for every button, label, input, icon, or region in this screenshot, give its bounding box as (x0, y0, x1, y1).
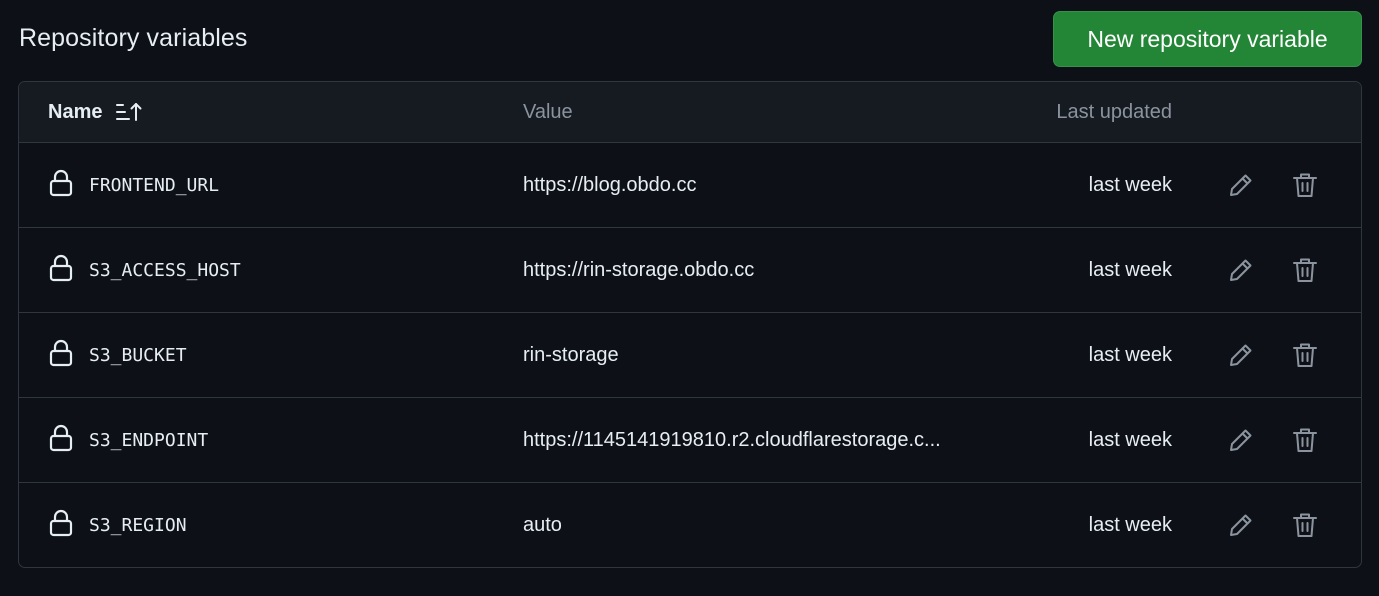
table-header: Name Value Last updated (19, 82, 1361, 143)
column-header-name: Name (48, 82, 143, 142)
lock-icon (49, 509, 73, 537)
variable-value: https://1145141919810.r2.cloudflarestora… (523, 428, 941, 451)
lock-icon (49, 339, 73, 367)
variable-value: rin-storage (523, 343, 619, 366)
page-header: Repository variables New repository vari… (18, 0, 1362, 81)
pencil-icon[interactable] (1225, 169, 1257, 201)
variable-last-updated: last week (1088, 258, 1172, 281)
pencil-icon[interactable] (1225, 509, 1257, 541)
variable-value: https://rin-storage.obdo.cc (523, 258, 755, 281)
trash-icon[interactable] (1289, 254, 1321, 286)
table-row: S3_BUCKET rin-storage last week (19, 313, 1361, 398)
variable-last-updated: last week (1088, 343, 1172, 366)
column-header-name-label: Name (48, 100, 103, 123)
lock-icon (49, 169, 73, 197)
repository-variables-page: Repository variables New repository vari… (0, 0, 1379, 596)
trash-icon[interactable] (1289, 169, 1321, 201)
column-header-last-updated: Last updated (1056, 100, 1172, 123)
variable-last-updated: last week (1088, 428, 1172, 451)
variable-value: auto (523, 513, 562, 536)
new-repository-variable-button[interactable]: New repository variable (1053, 11, 1362, 67)
page-title: Repository variables (19, 24, 248, 52)
table-row: S3_ENDPOINT https://1145141919810.r2.clo… (19, 398, 1361, 483)
variable-value: https://blog.obdo.cc (523, 173, 697, 196)
table-row: FRONTEND_URL https://blog.obdo.cc last w… (19, 143, 1361, 228)
variable-name: S3_ACCESS_HOST (89, 259, 241, 281)
variable-name: S3_BUCKET (89, 344, 187, 366)
sort-ascending-icon[interactable] (115, 101, 143, 123)
pencil-icon[interactable] (1225, 424, 1257, 456)
trash-icon[interactable] (1289, 339, 1321, 371)
variable-last-updated: last week (1088, 173, 1172, 196)
trash-icon[interactable] (1289, 424, 1321, 456)
column-header-value: Value (523, 100, 573, 123)
variable-name: FRONTEND_URL (89, 174, 220, 196)
variable-name: S3_ENDPOINT (89, 429, 209, 451)
pencil-icon[interactable] (1225, 339, 1257, 371)
pencil-icon[interactable] (1225, 254, 1257, 286)
variable-last-updated: last week (1088, 513, 1172, 536)
table-row: S3_REGION auto last week (19, 483, 1361, 567)
table-body: FRONTEND_URL https://blog.obdo.cc last w… (19, 143, 1361, 567)
trash-icon[interactable] (1289, 509, 1321, 541)
variables-table: Name Value Last updated FRONTEND_URL htt… (18, 81, 1362, 568)
lock-icon (49, 424, 73, 452)
lock-icon (49, 254, 73, 282)
table-row: S3_ACCESS_HOST https://rin-storage.obdo.… (19, 228, 1361, 313)
variable-name: S3_REGION (89, 514, 187, 536)
